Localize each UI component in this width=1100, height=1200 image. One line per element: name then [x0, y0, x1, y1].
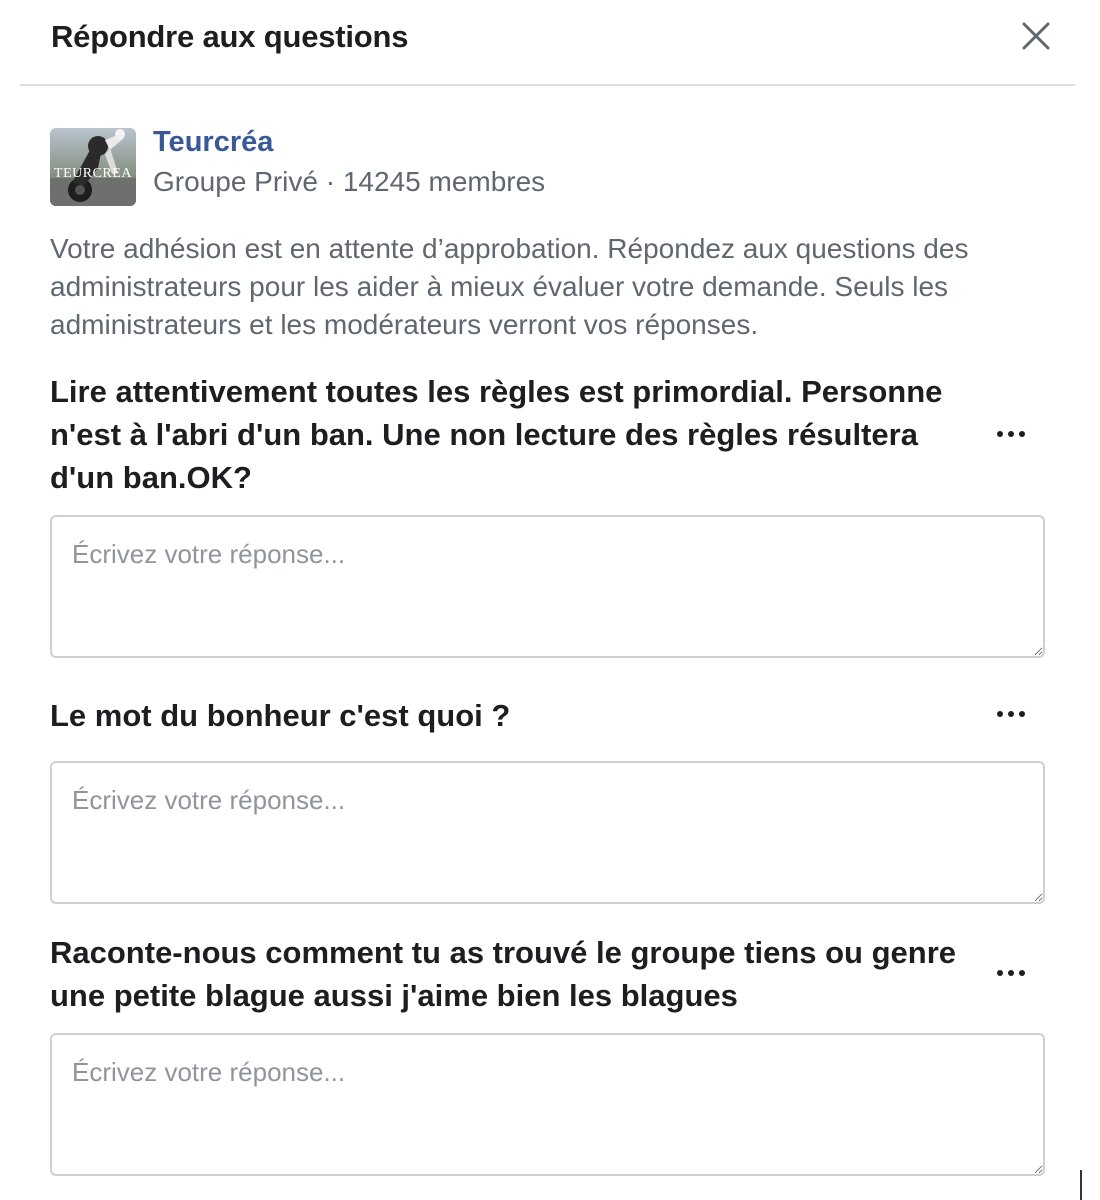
group-avatar[interactable]: TEURCREA — [50, 128, 136, 206]
more-icon — [997, 711, 1025, 717]
question-1-answer-input[interactable] — [50, 515, 1045, 658]
question-1-text: Lire attentivement toutes les règles est… — [50, 374, 943, 495]
more-icon — [997, 970, 1025, 976]
question-2-more-button[interactable] — [990, 702, 1034, 726]
group-name-link[interactable]: Teurcréa — [153, 126, 273, 159]
intro-text: Votre adhésion est en attente d’approbat… — [50, 233, 969, 340]
close-icon — [1022, 22, 1050, 50]
question-2-answer-input[interactable] — [50, 761, 1045, 904]
question-3-text: Raconte-nous comment tu as trouvé le gro… — [50, 935, 957, 1013]
text-cursor — [1080, 1170, 1082, 1200]
more-icon — [997, 431, 1025, 437]
question-3-more-button[interactable] — [990, 961, 1034, 985]
question-2-text: Le mot du bonheur c'est quoi ? — [50, 698, 511, 733]
questions-dialog: Répondre aux questions TEURCREA Teurcréa… — [0, 0, 1100, 1200]
question-3-answer-input[interactable] — [50, 1033, 1045, 1176]
dialog-title: Répondre aux questions — [51, 19, 409, 54]
avatar-text: TEURCREA — [54, 166, 132, 181]
close-button[interactable] — [1018, 18, 1054, 54]
group-meta: Groupe Privé · 14245 membres — [153, 166, 546, 197]
group-info: TEURCREA Teurcréa Groupe Privé · 14245 m… — [50, 126, 1050, 206]
question-1-more-button[interactable] — [990, 422, 1034, 446]
dialog-header: Répondre aux questions — [20, 0, 1075, 86]
